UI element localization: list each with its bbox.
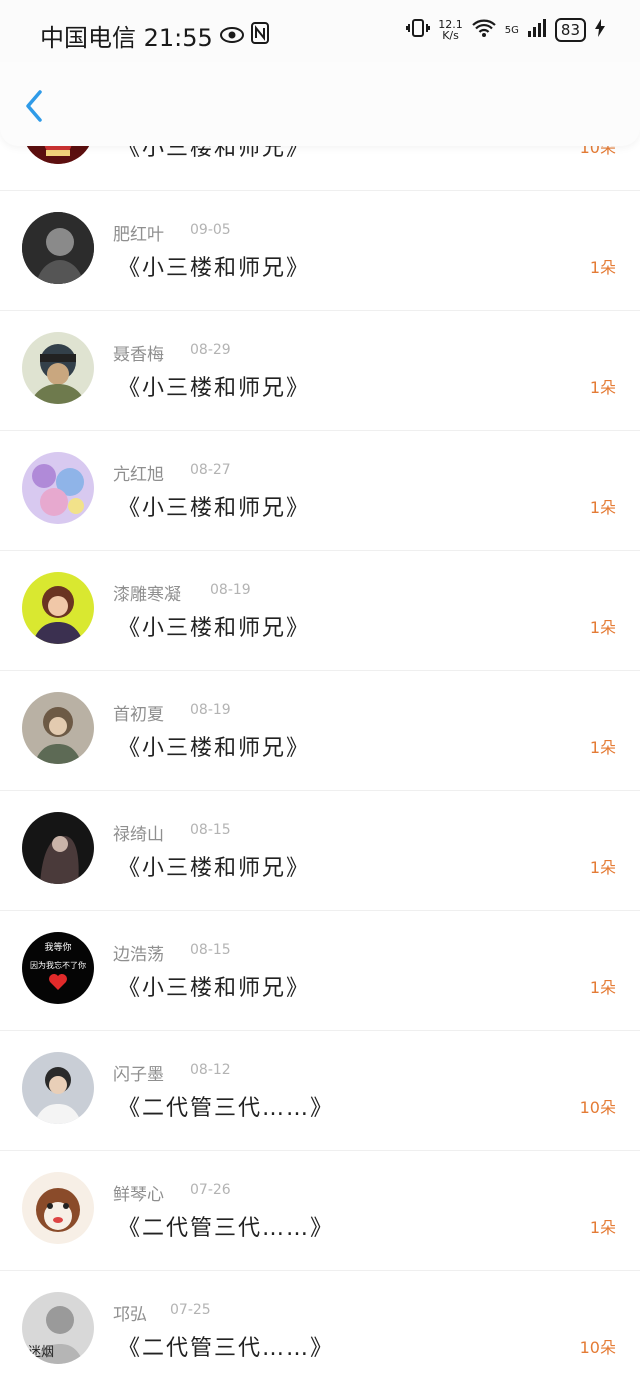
gift-list: 《小三楼和师兄》 10朵 肥红叶 09-05 《小三楼和师兄》 1朵 聂香梅 0…: [0, 0, 640, 1387]
date: 07-25: [170, 1302, 211, 1318]
book-title: 《小三楼和师兄》: [118, 376, 311, 401]
book-title: 《小三楼和师兄》: [118, 256, 311, 281]
avatar: [22, 212, 94, 284]
avatar-text-line2: 因为我忘不了你: [30, 960, 86, 970]
avatar: [22, 452, 94, 524]
date: 09-05: [190, 222, 231, 238]
user-name: 边浩荡: [113, 945, 164, 965]
flower-count: 1朵: [589, 618, 616, 637]
date: 08-29: [190, 342, 231, 358]
list-item[interactable]: 鲜琴心 07-26 《二代管三代……》 1朵: [0, 1150, 640, 1271]
flower-count: 1朵: [589, 978, 616, 997]
flower-count: 1朵: [589, 1218, 616, 1237]
vibrate-icon: [406, 18, 431, 42]
book-title: 《二代管三代……》: [118, 1336, 335, 1361]
flower-count: 1朵: [589, 258, 616, 277]
user-name: 闪子墨: [113, 1065, 164, 1085]
user-name: 邛弘: [113, 1305, 147, 1325]
net-speed-unit: K/s: [442, 29, 459, 42]
date: 08-19: [190, 702, 231, 718]
book-title: 《小三楼和师兄》: [118, 496, 311, 521]
eye-icon: [219, 22, 245, 50]
user-name: 亢红旭: [113, 465, 164, 485]
list-item[interactable]: 聂香梅 08-29 《小三楼和师兄》 1朵: [0, 310, 640, 431]
flower-count: 1朵: [589, 498, 616, 517]
user-name: 聂香梅: [113, 345, 164, 365]
back-button[interactable]: [20, 86, 52, 126]
flower-count: 10朵: [579, 1338, 616, 1357]
status-left: 中国电信 21:55: [40, 18, 269, 53]
flower-count: 1朵: [589, 858, 616, 877]
avatar: [22, 1052, 94, 1124]
battery-level: 83: [554, 18, 586, 42]
date: 08-12: [190, 1062, 231, 1078]
header-bar: [0, 60, 640, 146]
charging-icon: [594, 18, 606, 42]
book-title: 《小三楼和师兄》: [118, 856, 311, 881]
book-title: 《小三楼和师兄》: [118, 616, 311, 641]
flower-count: 10朵: [579, 1098, 616, 1117]
list-item[interactable]: 我等你 因为我忘不了你 边浩荡 08-15 《小三楼和师兄》 1朵: [0, 910, 640, 1031]
book-title: 《小三楼和师兄》: [118, 976, 311, 1001]
book-title: 《二代管三代……》: [118, 1096, 335, 1121]
network-type: 5G: [504, 24, 519, 36]
avatar-caption: 迷烟: [28, 1345, 54, 1360]
user-name: 肥红叶: [113, 225, 164, 245]
wifi-icon: [471, 18, 497, 42]
status-bar: 中国电信 21:55 12.1 K/s 5G 83: [0, 0, 640, 62]
date: 08-15: [190, 822, 231, 838]
avatar: [22, 572, 94, 644]
avatar: [22, 332, 94, 404]
flower-count: 1朵: [589, 378, 616, 397]
list-item[interactable]: 迷烟 邛弘 07-25 《二代管三代……》 10朵: [0, 1270, 640, 1390]
list-item[interactable]: 首初夏 08-19 《小三楼和师兄》 1朵: [0, 670, 640, 791]
flower-count: 1朵: [589, 738, 616, 757]
user-name: 首初夏: [113, 705, 164, 725]
avatar: [22, 1172, 94, 1244]
carrier-time: 中国电信 21:55: [40, 24, 213, 52]
list-item[interactable]: 亢红旭 08-27 《小三楼和师兄》 1朵: [0, 430, 640, 551]
date: 08-15: [190, 942, 231, 958]
book-title: 《二代管三代……》: [118, 1216, 335, 1241]
avatar: 迷烟: [22, 1292, 94, 1364]
avatar: 我等你 因为我忘不了你: [22, 932, 94, 1004]
date: 08-19: [210, 582, 251, 598]
user-name: 鲜琴心: [113, 1185, 164, 1205]
status-right: 12.1 K/s 5G 83: [406, 18, 606, 42]
net-speed: 12.1 K/s: [438, 19, 463, 41]
avatar: [22, 812, 94, 884]
list-item[interactable]: 禄绮山 08-15 《小三楼和师兄》 1朵: [0, 790, 640, 911]
signal-icon: [527, 18, 547, 42]
list-item[interactable]: 漆雕寒凝 08-19 《小三楼和师兄》 1朵: [0, 550, 640, 671]
avatar: [22, 692, 94, 764]
date: 07-26: [190, 1182, 231, 1198]
chevron-left-icon: [26, 90, 42, 122]
user-name: 禄绮山: [113, 825, 164, 845]
user-name: 漆雕寒凝: [113, 585, 181, 605]
list-item[interactable]: 肥红叶 09-05 《小三楼和师兄》 1朵: [0, 190, 640, 311]
nfc-icon: [250, 21, 269, 50]
avatar-text-line1: 我等你: [44, 941, 71, 953]
book-title: 《小三楼和师兄》: [118, 736, 311, 761]
date: 08-27: [190, 462, 231, 478]
list-item[interactable]: 闪子墨 08-12 《二代管三代……》 10朵: [0, 1030, 640, 1151]
